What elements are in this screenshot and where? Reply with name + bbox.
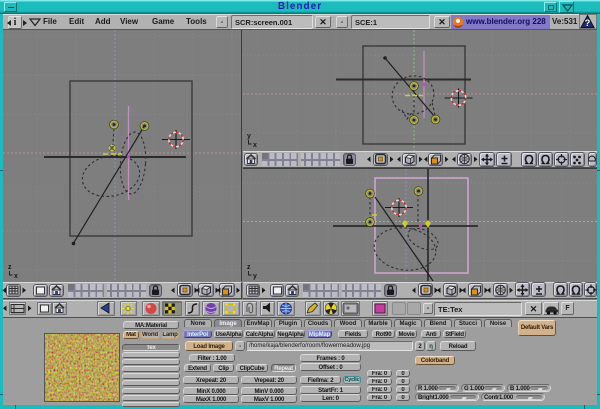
svg-text:x: x (14, 273, 18, 280)
svg-text:y: y (247, 133, 251, 140)
svg-text:z: z (247, 264, 251, 271)
svg-text:x: x (253, 142, 257, 149)
svg-text:z: z (8, 264, 12, 271)
svg-text:y: y (253, 273, 257, 280)
svg-text:?: ? (585, 18, 591, 28)
